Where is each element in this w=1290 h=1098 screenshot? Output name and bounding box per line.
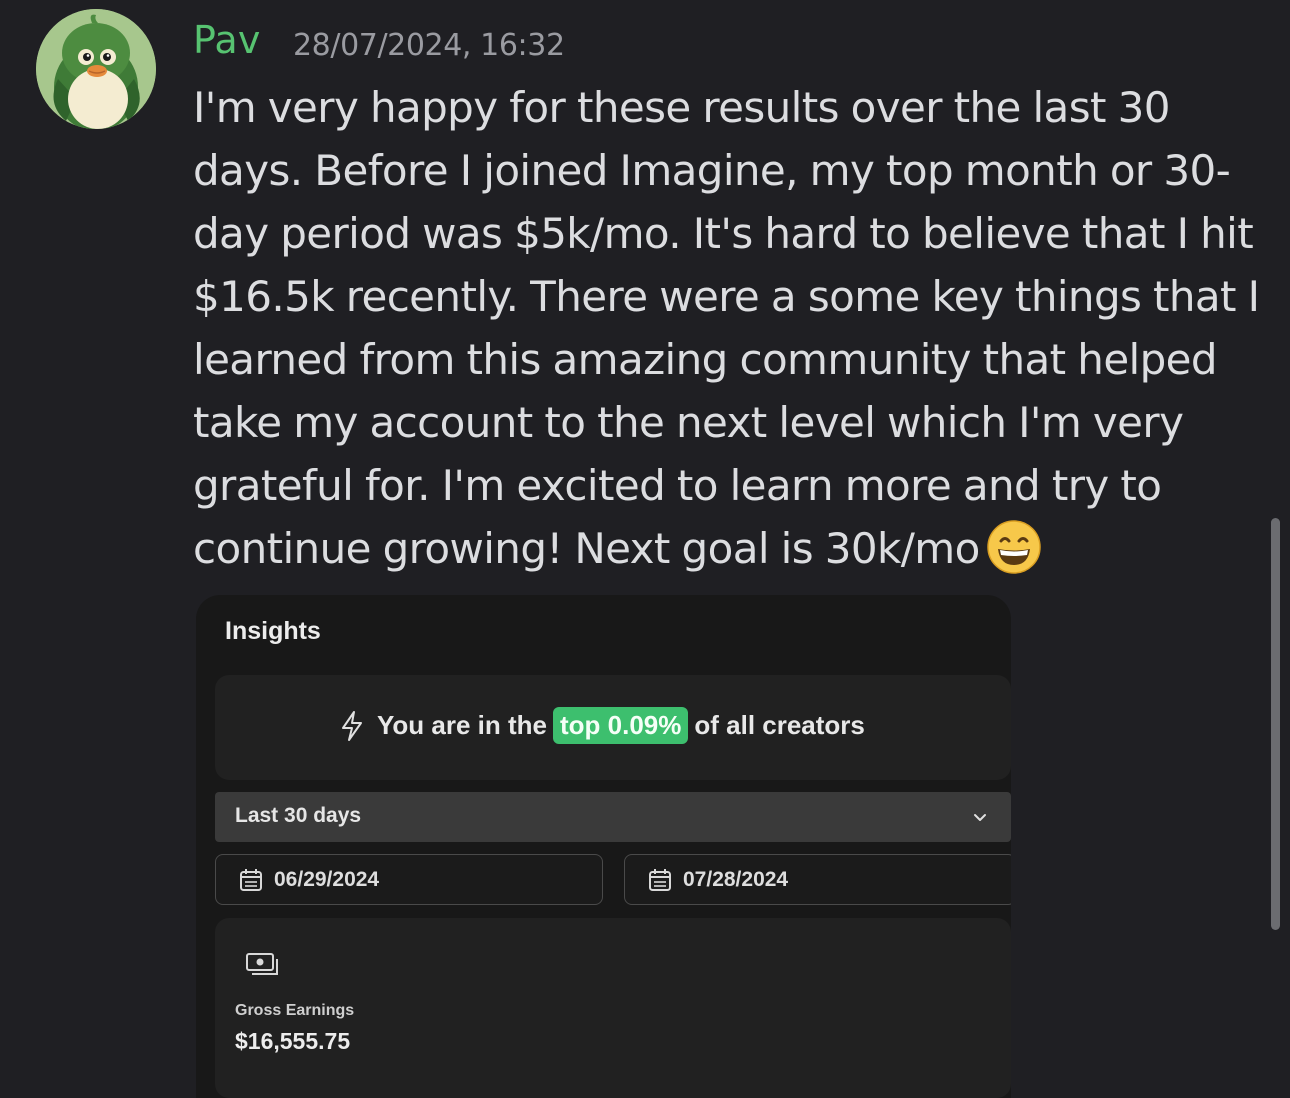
message-timestamp: 28/07/2024, 16:32 xyxy=(293,28,565,63)
message-body: I'm very happy for these results over th… xyxy=(193,76,1268,580)
gross-earnings-card: Gross Earnings $16,555.75 xyxy=(215,918,1011,1098)
calendar-icon xyxy=(240,869,262,891)
message-line: continue growing! Next goal is 30k/mo xyxy=(193,524,980,573)
message-line: days. Before I joined Imagine, my top mo… xyxy=(193,146,1231,195)
message-line: $16.5k recently. There were a some key t… xyxy=(193,272,1260,321)
gross-earnings-label: Gross Earnings xyxy=(235,1002,355,1019)
insights-screenshot-attachment[interactable]: Insights You are in the top 0.09% of all… xyxy=(196,595,1011,1098)
lightning-bolt-icon xyxy=(342,710,362,741)
avatar[interactable] xyxy=(36,9,156,129)
period-dropdown[interactable]: Last 30 days xyxy=(215,792,1011,842)
penguin-avatar-icon xyxy=(36,9,156,129)
grinning-face-emoji-icon xyxy=(986,520,1041,574)
start-date-value: 06/29/2024 xyxy=(274,868,380,891)
message-line-last: continue growing! Next goal is 30k/mo xyxy=(193,517,1268,580)
creator-rank-card: You are in the top 0.09% of all creators xyxy=(215,675,1011,780)
message-line: grateful for. I'm excited to learn more … xyxy=(193,461,1162,510)
chat-message: Pav 28/07/2024, 16:32 I'm very happy for… xyxy=(0,0,1290,1098)
start-date-field[interactable]: 06/29/2024 xyxy=(215,854,603,905)
rank-suffix: of all creators xyxy=(694,710,865,740)
message-line: I'm very happy for these results over th… xyxy=(193,83,1170,132)
rank-prefix: You are in the xyxy=(377,710,547,740)
scrollbar-thumb[interactable] xyxy=(1271,518,1280,930)
message-author[interactable]: Pav xyxy=(193,18,261,62)
creator-rank-text: You are in the top 0.09% of all creators xyxy=(339,707,865,744)
message-line: day period was $5k/mo. It's hard to beli… xyxy=(193,209,1254,258)
message-line: learned from this amazing community that… xyxy=(193,335,1218,384)
message-line: take my account to the next level which … xyxy=(193,398,1184,447)
end-date-value: 07/28/2024 xyxy=(683,868,789,891)
gross-earnings-value: $16,555.75 xyxy=(235,1028,351,1054)
insights-title: Insights xyxy=(225,617,321,645)
end-date-field[interactable]: 07/28/2024 xyxy=(624,854,1011,905)
calendar-icon xyxy=(649,869,671,891)
money-bill-icon xyxy=(246,953,278,975)
period-dropdown-value: Last 30 days xyxy=(235,804,362,827)
chevron-down-icon xyxy=(974,814,986,821)
rank-percentile-badge: top 0.09% xyxy=(553,707,689,744)
